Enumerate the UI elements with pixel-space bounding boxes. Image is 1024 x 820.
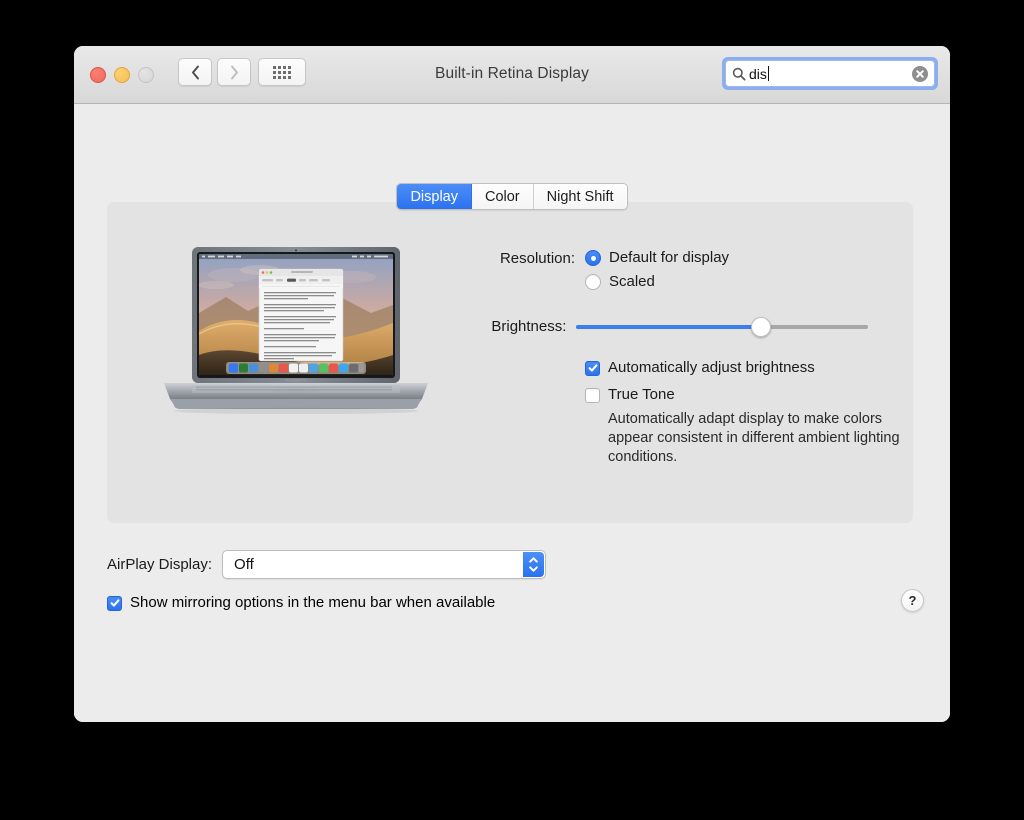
- text-caret: [767, 66, 769, 81]
- airplay-display-value: Off: [234, 556, 254, 573]
- tab-display[interactable]: Display: [397, 184, 472, 209]
- chevron-right-icon: [230, 65, 238, 79]
- macbook-preview-image: MacBook Pro: [164, 247, 428, 414]
- brightness-slider[interactable]: [576, 317, 868, 337]
- zoom-window-button[interactable]: [138, 67, 154, 83]
- checkbox-true-tone[interactable]: True Tone: [585, 386, 868, 404]
- help-button[interactable]: ?: [901, 589, 924, 612]
- slider-fill: [576, 325, 761, 329]
- radio-button-on-icon[interactable]: [585, 250, 601, 266]
- window-titlebar: Built-in Retina Display dis: [74, 46, 950, 104]
- chevron-down-icon: [529, 566, 538, 572]
- chevron-updown-icon[interactable]: [523, 552, 545, 577]
- true-tone-description: Automatically adapt display to make colo…: [608, 411, 900, 465]
- close-icon: [916, 69, 924, 78]
- forward-button[interactable]: [217, 58, 251, 86]
- checkmark-icon: [588, 364, 597, 372]
- minimize-window-button[interactable]: [114, 67, 130, 83]
- checkbox-show-mirroring-options[interactable]: Show mirroring options in the menu bar w…: [107, 594, 495, 612]
- radio-default-for-display[interactable]: Default for display: [585, 249, 729, 267]
- checkbox-checked-icon[interactable]: [585, 360, 600, 376]
- radio-default-label: Default for display: [609, 249, 730, 266]
- tab-group: Display Color Night Shift: [396, 183, 628, 210]
- tab-bar: Display Color Night Shift: [74, 183, 950, 210]
- brightness-label: Brightness:: [491, 318, 567, 335]
- close-window-button[interactable]: [90, 67, 106, 83]
- navigation-buttons: [178, 58, 251, 86]
- search-icon: [732, 67, 746, 81]
- resolution-options: Default for display Scaled: [585, 249, 729, 291]
- chevron-left-icon: [191, 65, 199, 79]
- system-preferences-window: Built-in Retina Display dis Display Colo…: [74, 46, 950, 722]
- checkmark-icon: [110, 599, 119, 607]
- resolution-label: Resolution:: [499, 250, 575, 267]
- radio-scaled[interactable]: Scaled: [585, 273, 729, 291]
- checkbox-unchecked-icon[interactable]: [585, 387, 600, 403]
- search-input[interactable]: dis: [725, 60, 935, 87]
- radio-button-off-icon[interactable]: [585, 274, 601, 290]
- traffic-lights: [90, 67, 154, 83]
- airplay-display-select[interactable]: Off: [222, 550, 547, 579]
- show-mirroring-label: Show mirroring options in the menu bar w…: [130, 594, 496, 611]
- display-checkboxes: Automatically adjust brightness True Ton…: [585, 359, 900, 467]
- resolution-row: Resolution: Default for display Scaled: [468, 249, 868, 291]
- back-button[interactable]: [178, 58, 212, 86]
- checkbox-auto-brightness[interactable]: Automatically adjust brightness: [585, 359, 868, 377]
- tab-night-shift[interactable]: Night Shift: [533, 184, 627, 209]
- airplay-display-label: AirPlay Display:: [107, 556, 213, 573]
- tab-color[interactable]: Color: [471, 184, 534, 209]
- radio-scaled-label: Scaled: [609, 273, 655, 290]
- chevron-up-icon: [529, 557, 538, 563]
- search-field-focus-ring: dis: [722, 57, 938, 90]
- true-tone-label: True Tone: [608, 386, 675, 403]
- airplay-display-row: AirPlay Display: Off: [107, 550, 547, 579]
- grid-dots-icon: [273, 65, 291, 79]
- display-controls: Resolution: Default for display Scaled B…: [468, 249, 900, 467]
- search-input-value: dis: [749, 65, 767, 82]
- show-all-button[interactable]: [258, 58, 306, 86]
- auto-brightness-label: Automatically adjust brightness: [608, 359, 815, 376]
- slider-knob[interactable]: [751, 317, 772, 337]
- clear-search-button[interactable]: [912, 65, 928, 82]
- svg-text:MacBook Pro: MacBook Pro: [285, 379, 307, 383]
- window-body: Display Color Night Shift MacBook Pro Re…: [74, 104, 950, 722]
- checkbox-checked-icon[interactable]: [107, 595, 122, 611]
- brightness-row: Brightness:: [468, 317, 868, 337]
